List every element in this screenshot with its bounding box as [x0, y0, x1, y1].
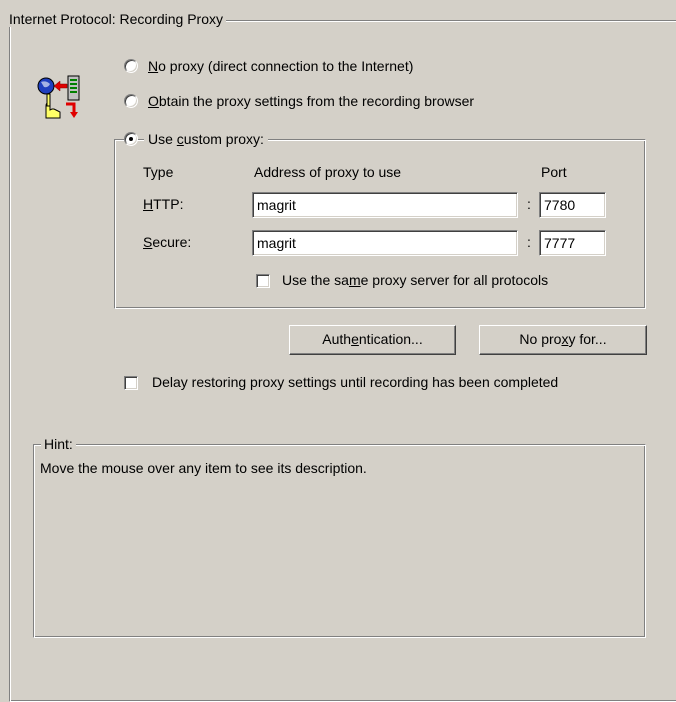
no-proxy-for-button[interactable]: No proxy for...	[479, 325, 647, 355]
same-proxy-checkbox[interactable]	[256, 274, 270, 288]
no-proxy-for-button-rest: y for...	[568, 331, 607, 347]
port-column-header: Port	[541, 164, 567, 180]
recording-proxy-group-title: Internet Protocol: Recording Proxy	[7, 11, 226, 27]
secure-label-rest: ecure:	[152, 234, 192, 250]
http-port-input[interactable]: 7780	[539, 192, 606, 218]
same-proxy-label[interactable]: Use the same proxy server for all protoc…	[282, 271, 548, 289]
custom-proxy-label[interactable]: Use custom proxy:	[144, 130, 268, 148]
http-accel: H	[143, 196, 154, 212]
no-proxy-label-rest: o proxy (direct connection to the Intern…	[158, 58, 414, 74]
type-column-header: Type	[143, 164, 174, 180]
http-port-separator: :	[527, 196, 531, 212]
custom-proxy-radio[interactable]	[124, 132, 138, 146]
http-label-rest: TTP:	[153, 196, 184, 212]
secure-port-separator: :	[527, 234, 531, 250]
http-address-input[interactable]: magrit	[252, 192, 518, 218]
custom-proxy-accel: c	[176, 131, 184, 147]
hint-title: Hint:	[41, 436, 76, 452]
address-column-header: Address of proxy to use	[254, 164, 402, 180]
secure-label: Secure:	[143, 233, 191, 251]
authentication-button-prefix: Auth	[322, 331, 352, 347]
hint-text: Move the mouse over any item to see its …	[40, 460, 367, 476]
obtain-from-browser-label-rest: btain the proxy settings from the record…	[158, 93, 475, 109]
custom-proxy-radio-dot	[129, 137, 133, 141]
no-proxy-accel: N	[148, 58, 159, 74]
secure-port-input[interactable]: 7777	[539, 230, 606, 256]
no-proxy-label[interactable]: No proxy (direct connection to the Inter…	[148, 57, 413, 75]
authentication-button-rest: ntication...	[358, 331, 423, 347]
proxy-settings-icon	[36, 74, 84, 122]
delay-restore-checkbox[interactable]	[124, 376, 138, 390]
authentication-button[interactable]: Authentication...	[289, 325, 456, 355]
obtain-from-browser-label[interactable]: Obtain the proxy settings from the recor…	[148, 92, 474, 110]
obtain-from-browser-accel: O	[148, 93, 159, 109]
custom-proxy-label-rest: ustom proxy:	[183, 131, 264, 147]
secure-accel: S	[143, 234, 153, 250]
authentication-button-accel: e	[351, 331, 359, 347]
delay-restore-label[interactable]: Delay restoring proxy settings until rec…	[152, 373, 558, 391]
same-proxy-label-rest: e proxy server for all protocols	[360, 272, 549, 288]
custom-proxy-label-prefix: Use	[148, 131, 177, 147]
no-proxy-radio[interactable]	[124, 59, 138, 73]
http-label: HTTP:	[143, 195, 183, 213]
same-proxy-accel: m	[348, 272, 361, 288]
no-proxy-for-button-prefix: No pro	[519, 331, 562, 347]
secure-address-input[interactable]: magrit	[252, 230, 518, 256]
same-proxy-label-prefix: Use the sa	[282, 272, 349, 288]
obtain-from-browser-radio[interactable]	[124, 94, 138, 108]
